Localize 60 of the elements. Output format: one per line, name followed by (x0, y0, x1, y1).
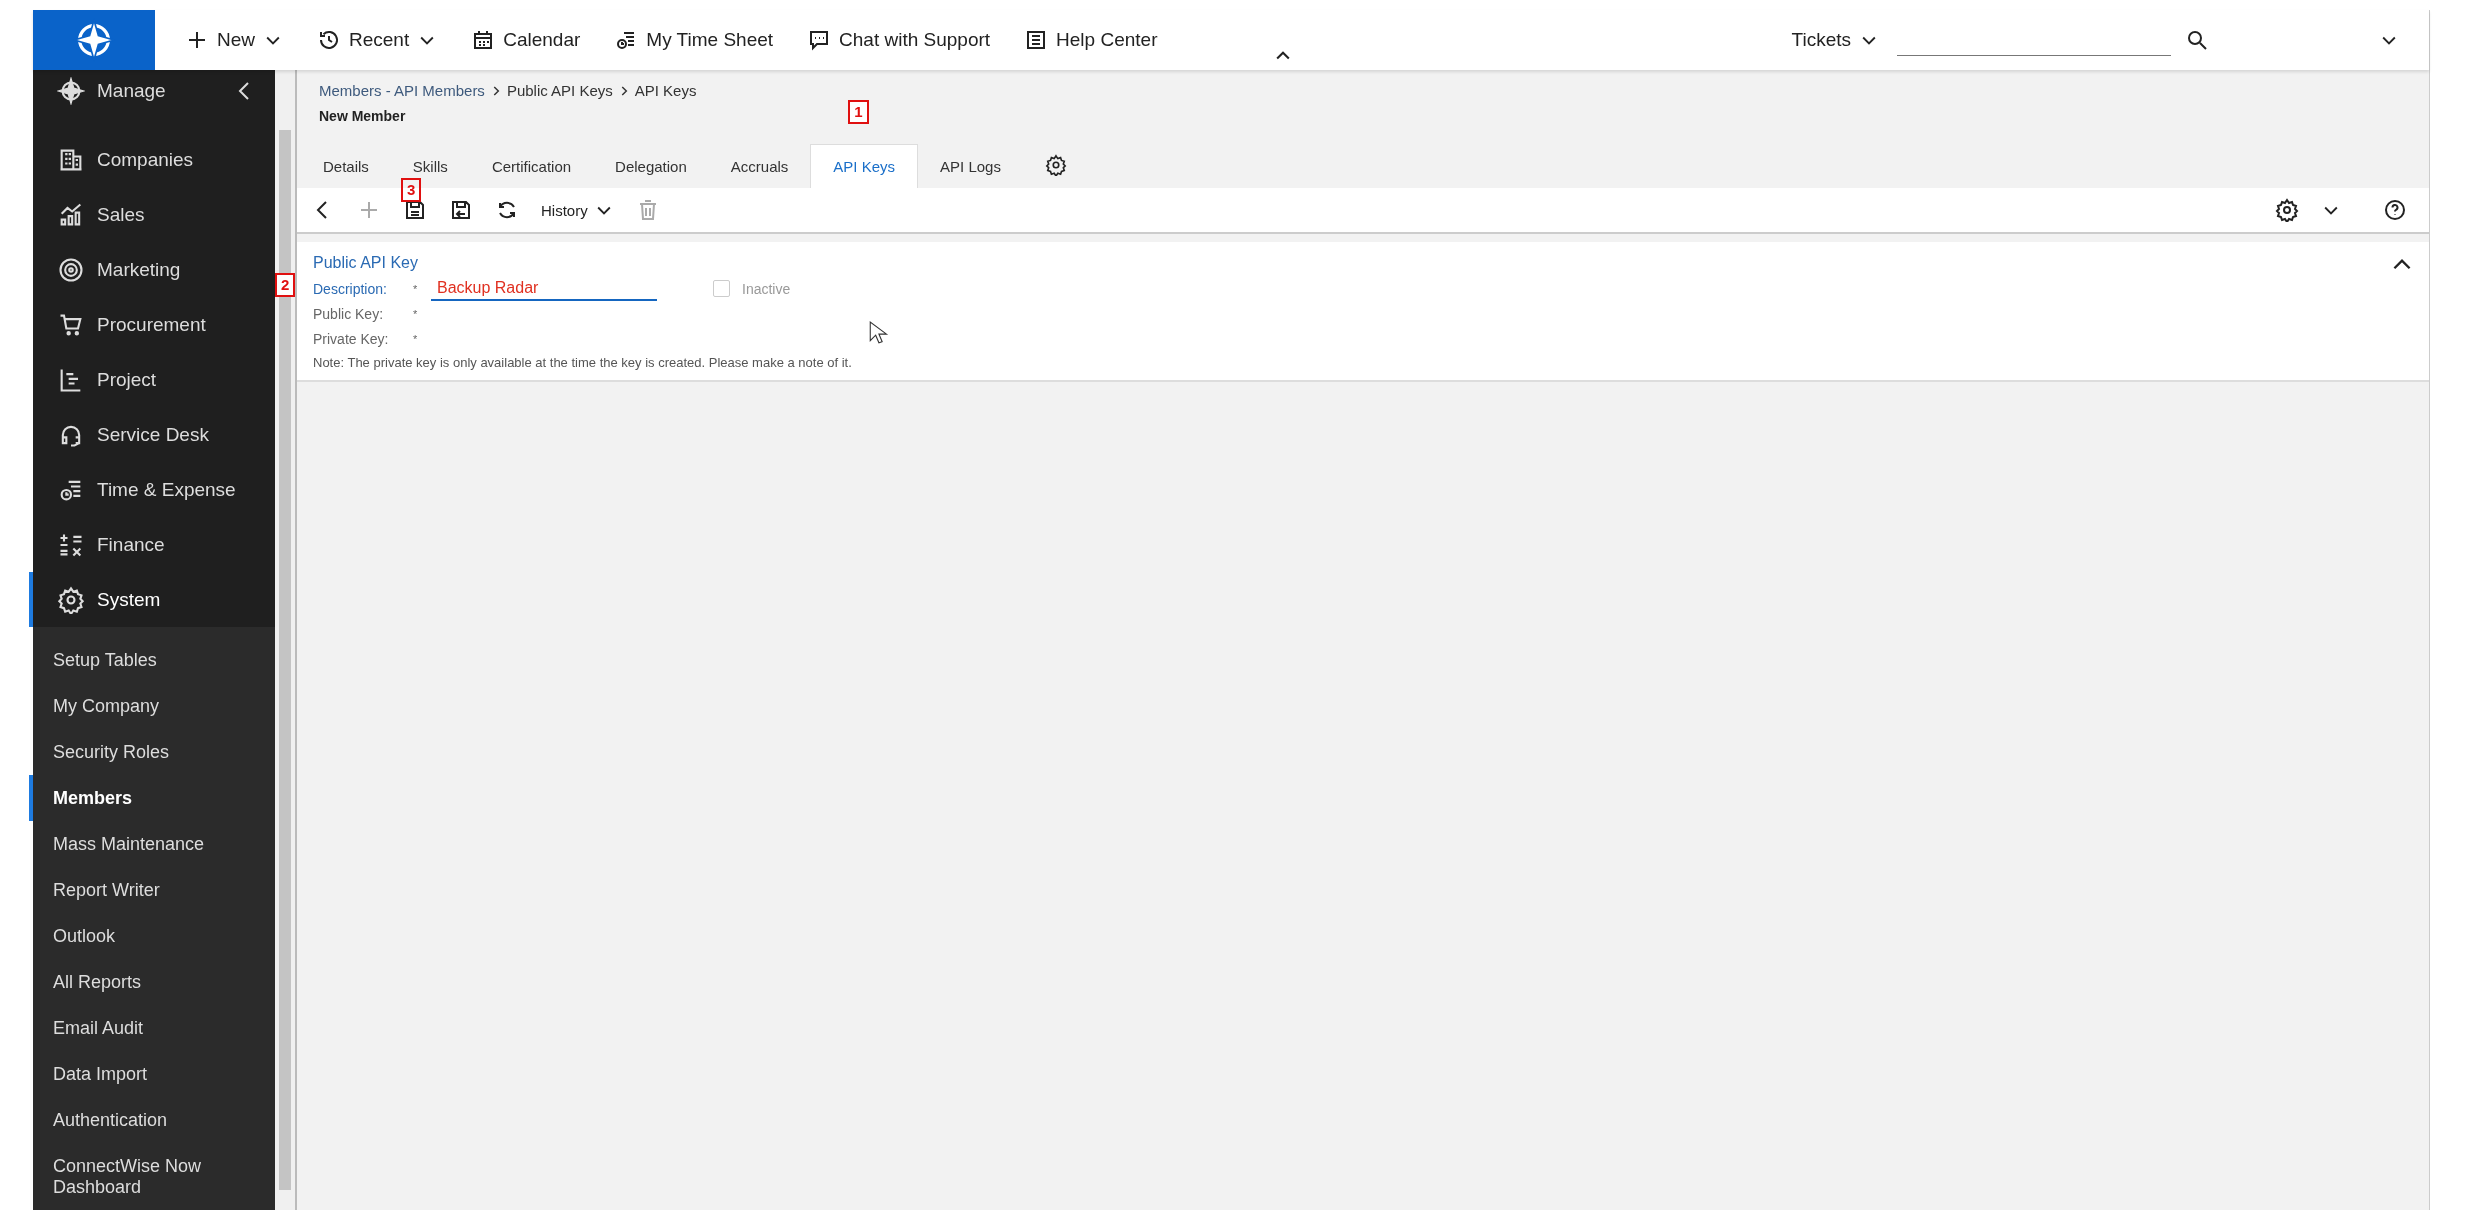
annotation-marker: 2 (275, 273, 296, 297)
tab[interactable]: Details (301, 145, 391, 188)
sidebar-subitem[interactable]: Setup Tables (29, 637, 275, 683)
sidebar-subitem[interactable]: Data Import (29, 1051, 275, 1097)
sidebar-subitem[interactable]: Authentication (29, 1097, 275, 1143)
sidebar-subitem[interactable]: ConnectWise Now Dashboard (29, 1143, 275, 1210)
sidebar-item[interactable]: Marketing (29, 242, 275, 297)
sidebar-subitem[interactable]: All Reports (29, 959, 275, 1005)
sidebar-subitem[interactable]: Report Writer (29, 867, 275, 913)
sidebar-header: Manage (97, 80, 167, 102)
sidebar-subitem[interactable]: Email Audit (29, 1005, 275, 1051)
search-scope-dropdown[interactable]: Tickets (1791, 29, 1879, 51)
compass-icon (57, 77, 85, 105)
sidebar-item[interactable]: Procurement (29, 297, 275, 352)
app-logo[interactable] (33, 10, 155, 70)
field-label: Description: (313, 280, 388, 297)
gear-icon (57, 585, 85, 614)
nav-menu-button[interactable]: My Time Sheet (614, 28, 774, 52)
sidebar-item[interactable]: Service Desk (29, 407, 275, 462)
tab[interactable]: API Keys (810, 144, 919, 188)
history-icon (317, 28, 341, 52)
page-title: New Member (318, 107, 406, 124)
field-label: Public Key: (313, 305, 385, 322)
tab[interactable]: API Logs (918, 145, 1023, 188)
sidebar-item[interactable]: Sales (29, 187, 275, 242)
nav-menu-button[interactable]: Recent (317, 28, 438, 52)
field-label: Private Key: (313, 330, 390, 347)
required-mark: * (413, 282, 419, 295)
sidebar-subitem[interactable]: Outlook (29, 913, 275, 959)
nav-menu-button[interactable]: Calendar (471, 28, 581, 52)
nav-menu-button[interactable]: New (185, 28, 283, 52)
tab[interactable]: Delegation (593, 145, 709, 188)
breadcrumb-link[interactable]: Public API Keys (506, 82, 613, 99)
nav-menu-button[interactable]: Chat with Support (807, 28, 991, 52)
breadcrumb-link[interactable]: API Keys (634, 82, 697, 99)
annotation-marker: 1 (848, 100, 869, 124)
search-icon[interactable] (2185, 28, 2209, 52)
required-mark: * (413, 307, 419, 320)
target-icon (57, 255, 85, 284)
floppy-disk-arrow-icon (449, 198, 473, 222)
sidebar-item[interactable]: Project (29, 352, 275, 407)
required-mark: * (413, 332, 419, 345)
note-text: Note: The private key is only available at the time the key is created. Please make a note of it. (313, 355, 853, 370)
annotation-marker: 3 (401, 178, 422, 202)
sidebar-item[interactable]: Time & Expense (29, 462, 275, 517)
sidebar-item[interactable]: Companies (29, 132, 275, 187)
save-close-button[interactable] (449, 198, 473, 222)
tab[interactable]: Certification (469, 145, 594, 188)
sidebar-item[interactable]: Finance (29, 517, 275, 572)
sidebar-subitem[interactable]: Security Roles (29, 729, 275, 775)
nav-menu-button[interactable]: Help Center (1024, 28, 1158, 52)
sidebar-subitem[interactable]: Mass Maintenance (29, 821, 275, 867)
settings-icon[interactable] (1044, 154, 1067, 176)
section-title: Public API Key (313, 254, 418, 272)
history-dropdown[interactable]: History (541, 200, 614, 220)
sidebar-subitem[interactable]: My Company (29, 683, 275, 729)
scrollbar[interactable] (275, 70, 295, 1210)
tab[interactable]: Accruals (708, 145, 811, 188)
settings-icon[interactable] (2275, 198, 2299, 222)
breadcrumb-link[interactable]: Members - API Members (319, 82, 485, 99)
